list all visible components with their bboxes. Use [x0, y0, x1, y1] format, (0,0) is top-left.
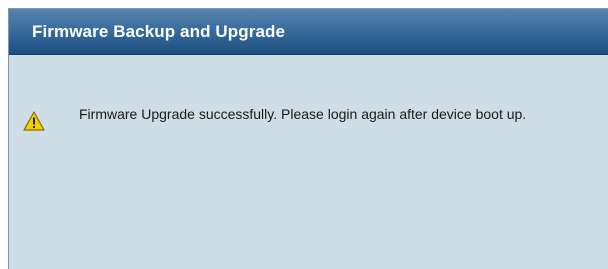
- panel-title: Firmware Backup and Upgrade: [32, 22, 286, 41]
- upgrade-success-message: Firmware Upgrade successfully. Please lo…: [79, 106, 527, 122]
- firmware-panel: Firmware Backup and Upgrade Firmware Upg…: [8, 8, 608, 269]
- warning-icon: [23, 111, 45, 131]
- panel-content: Firmware Upgrade successfully. Please lo…: [9, 55, 608, 269]
- panel-header: Firmware Backup and Upgrade: [9, 9, 608, 55]
